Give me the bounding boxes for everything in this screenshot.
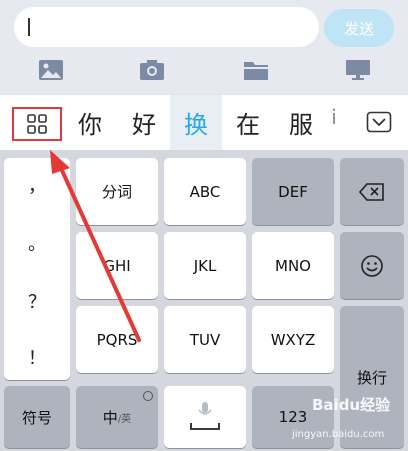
key-label: 123 xyxy=(278,408,308,426)
abc-key[interactable]: ABC xyxy=(164,158,246,225)
punctuation-column: ， 。 ？ ！ xyxy=(4,158,70,380)
candidate-word[interactable]: 换 xyxy=(178,105,214,140)
key-sublabel: /英 xyxy=(117,413,132,425)
key-label: 符号 xyxy=(21,408,52,427)
candidate-bar: 你 好 换 在 服 i xyxy=(0,94,408,151)
backspace-key[interactable] xyxy=(340,158,404,225)
punct-key[interactable]: ！ xyxy=(4,344,70,370)
folder-icon[interactable] xyxy=(241,56,271,84)
def-key[interactable]: DEF xyxy=(252,158,334,225)
toolbar-grid-button[interactable] xyxy=(12,107,62,141)
key-label: ABC xyxy=(189,182,221,201)
image-icon[interactable] xyxy=(36,56,66,84)
watermark-brand: Baidu经验 xyxy=(312,396,391,414)
candidate-word[interactable]: 在 xyxy=(230,105,266,140)
grid-icon xyxy=(27,114,47,134)
emoji-key[interactable] xyxy=(340,232,404,299)
key-label: PQRS xyxy=(96,330,138,349)
tuv-key[interactable]: TUV xyxy=(164,306,246,373)
key-label: TUV xyxy=(189,330,221,349)
candidate-word[interactable]: 好 xyxy=(126,105,162,140)
language-switch-key[interactable]: 中/英 xyxy=(76,386,158,448)
mno-key[interactable]: MNO xyxy=(252,232,334,299)
send-button[interactable]: 发送 xyxy=(324,9,394,47)
message-compose-area: 发送 xyxy=(0,0,408,94)
message-input[interactable] xyxy=(14,7,319,47)
keyboard: ， 。 ？ ！ 分词 ABC DEF GHI JKL MNO PQRS TUV … xyxy=(0,150,408,451)
punct-key[interactable]: ？ xyxy=(4,288,70,314)
key-label: DEF xyxy=(278,182,308,201)
space-key[interactable] xyxy=(164,386,246,448)
key-label: 换行 xyxy=(356,368,387,387)
wxyz-key[interactable]: WXYZ xyxy=(252,306,334,373)
key-label: JKL xyxy=(193,256,217,275)
key-label: 分词 xyxy=(101,183,132,201)
backspace-icon xyxy=(359,182,384,201)
camera-icon[interactable] xyxy=(137,56,167,84)
pqrs-key[interactable]: PQRS xyxy=(76,306,158,373)
candidate-word[interactable]: 服 xyxy=(283,105,319,140)
key-label: WXYZ xyxy=(270,330,316,349)
key-label: 中 xyxy=(102,408,118,427)
key-label: GHI xyxy=(103,256,131,275)
globe-icon xyxy=(143,391,153,401)
smiley-icon xyxy=(361,254,383,277)
symbols-key[interactable]: 符号 xyxy=(4,386,70,448)
text-caret xyxy=(28,18,30,36)
fenci-key[interactable]: 分词 xyxy=(76,158,158,225)
key-label: MNO xyxy=(275,256,311,275)
punct-key[interactable]: 。 xyxy=(4,230,70,256)
screen-icon[interactable] xyxy=(343,56,373,84)
collapse-keyboard-icon[interactable] xyxy=(366,111,392,133)
candidate-word[interactable]: i xyxy=(327,105,341,129)
candidate-word[interactable]: 你 xyxy=(72,105,108,140)
punct-key[interactable]: ， xyxy=(4,172,70,198)
mic-space-icon xyxy=(190,402,220,430)
enter-key[interactable]: 换行 xyxy=(340,306,404,448)
watermark-url: jingyan.baidu.com xyxy=(292,429,385,440)
ghi-key[interactable]: GHI xyxy=(76,232,158,299)
jkl-key[interactable]: JKL xyxy=(164,232,246,299)
